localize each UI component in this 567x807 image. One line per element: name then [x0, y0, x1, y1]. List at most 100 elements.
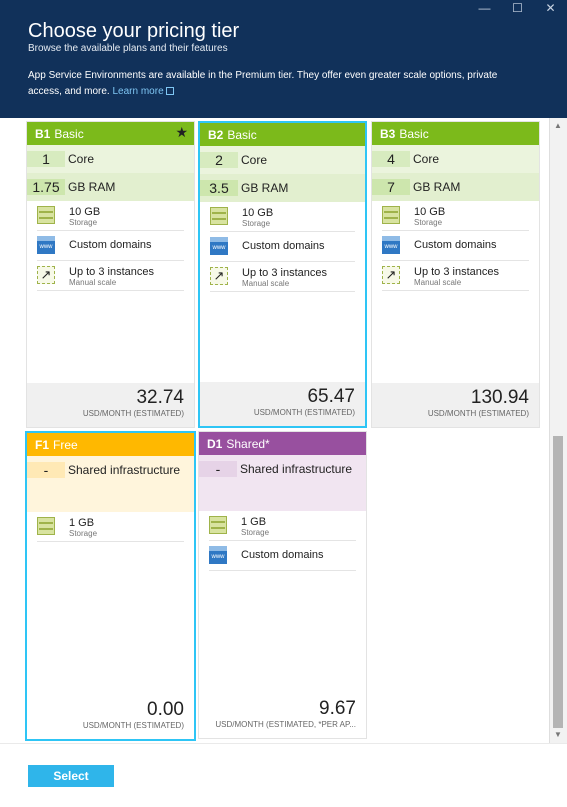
feature-storage: 10 GB Storage: [37, 201, 184, 231]
tier-card-b2[interactable]: B2 Basic 2 Core 3.5 GB RAM 10 GB Storage ww…: [198, 121, 367, 428]
close-icon[interactable]: ✕: [534, 0, 567, 16]
core-count: 1: [27, 151, 65, 167]
tier-card-b3[interactable]: B3 Basic 4 Core 7 GB RAM 10 GB Storage www C…: [371, 121, 540, 428]
price-value: 32.74: [136, 387, 184, 408]
tier-code: B1: [35, 126, 51, 141]
blade-header: — ☐ ✕ Choose your pricing tier Browse th…: [0, 0, 567, 118]
external-link-icon: [165, 87, 174, 95]
feature-sub: Manual scale: [414, 278, 462, 287]
feature-custom-domains: www Custom domains: [37, 231, 184, 261]
price-unit: USD/MONTH (ESTIMATED): [253, 408, 355, 417]
feature-storage: 1 GB Storage: [209, 511, 356, 541]
tier-name: Basic: [227, 127, 257, 142]
tier-card-header: F1 Free: [27, 433, 194, 456]
core-spec: 2 Core: [200, 146, 365, 174]
feature-instances: ↗ Up to 3 instances Manual scale: [210, 262, 355, 292]
storage-icon: [209, 516, 227, 534]
ram-amount: 1.75: [27, 179, 65, 195]
blade-footer: Select: [0, 743, 567, 807]
core-label: Core: [241, 153, 268, 167]
www-icon: www: [209, 546, 227, 564]
feature-title: 10 GB: [414, 206, 446, 218]
ram-spec: [27, 484, 194, 512]
feature-custom-domains: www Custom domains: [210, 232, 355, 262]
scale-icon: ↗: [210, 267, 228, 285]
scroll-down-icon[interactable]: ▼: [551, 729, 565, 741]
tier-name: Shared*: [226, 436, 270, 451]
maximize-icon[interactable]: ☐: [501, 0, 534, 16]
feature-instances: ↗ Up to 3 instances Manual scale: [37, 261, 184, 291]
tier-card-header: D1 Shared*: [199, 432, 366, 455]
core-label: Shared infrastructure: [240, 462, 353, 476]
page-title: Choose your pricing tier: [28, 20, 240, 42]
price-band: 0.00 USD/MONTH (ESTIMATED): [27, 695, 194, 739]
price-unit: USD/MONTH (ESTIMATED): [82, 721, 184, 730]
ase-info-text: App Service Environments are available i…: [28, 68, 528, 100]
price-band: 130.94 USD/MONTH (ESTIMATED): [372, 383, 539, 427]
ram-spec: [199, 483, 366, 511]
ram-amount: 3.5: [200, 180, 238, 196]
price-value: 0.00: [147, 699, 184, 720]
core-label: Core: [413, 152, 440, 166]
feature-sub: Manual scale: [69, 278, 117, 287]
recommended-star-icon: ★: [175, 124, 188, 140]
learn-more-label: Learn more: [112, 86, 164, 97]
scale-icon: ↗: [382, 266, 400, 284]
price-band: 32.74 USD/MONTH (ESTIMATED): [27, 383, 194, 427]
tier-card-f1[interactable]: F1 Free - Shared infrastructure 1 GB Stora…: [25, 431, 196, 741]
ase-info-body: App Service Environments are available i…: [28, 70, 498, 97]
price-value: 130.94: [470, 387, 529, 408]
tier-card-header: B2 Basic: [200, 123, 365, 146]
feature-sub: Storage: [69, 218, 98, 227]
core-label: Core: [68, 152, 95, 166]
core-spec: - Shared infrastructure: [27, 456, 194, 484]
price-value: 9.67: [319, 698, 356, 719]
www-icon: www: [210, 237, 228, 255]
price-unit: USD/MONTH (ESTIMATED): [427, 409, 529, 418]
feature-storage: 10 GB Storage: [210, 202, 355, 232]
core-spec: 4 Core: [372, 145, 539, 173]
feature-custom-domains: www Custom domains: [209, 541, 356, 571]
feature-title: Up to 3 instances: [414, 266, 499, 278]
ram-spec: 7 GB RAM: [372, 173, 539, 201]
feature-sub: Storage: [242, 219, 271, 228]
learn-more-link[interactable]: Learn more: [113, 86, 174, 97]
tier-card-b1[interactable]: B1 Basic ★ 1 Core 1.75 GB RAM 10 GB Storage…: [26, 121, 195, 428]
scrollbar-thumb[interactable]: [553, 436, 563, 728]
core-count: -: [27, 462, 65, 478]
price-band: 65.47 USD/MONTH (ESTIMATED): [200, 382, 365, 426]
storage-icon: [382, 206, 400, 224]
feature-sub: Storage: [241, 528, 270, 537]
price-unit: USD/MONTH (ESTIMATED): [82, 409, 184, 418]
feature-storage: 1 GB Storage: [37, 512, 184, 542]
tier-grid: B1 Basic ★ 1 Core 1.75 GB RAM 10 GB Storage…: [0, 118, 549, 743]
tier-code: D1: [207, 436, 223, 451]
feature-title: 10 GB: [242, 207, 274, 219]
tier-name: Basic: [399, 126, 429, 141]
ram-spec: 3.5 GB RAM: [200, 174, 365, 202]
core-spec: 1 Core: [27, 145, 194, 173]
core-count: -: [199, 461, 237, 477]
feature-sub: Storage: [414, 218, 443, 227]
storage-icon: [37, 206, 55, 224]
feature-title: Custom domains: [414, 239, 497, 251]
page-subtitle: Browse the available plans and their fea…: [28, 43, 228, 54]
price-unit: USD/MONTH (ESTIMATED, *PER AP...: [215, 720, 356, 729]
feature-title: Custom domains: [242, 240, 325, 252]
tier-card-d1[interactable]: D1 Shared* - Shared infrastructure 1 GB St…: [198, 431, 367, 739]
feature-title: Custom domains: [69, 239, 152, 251]
select-button[interactable]: Select: [28, 765, 114, 787]
feature-sub: Storage: [69, 529, 98, 538]
scroll-up-icon[interactable]: ▲: [551, 120, 565, 132]
feature-title: 1 GB: [69, 517, 95, 529]
ram-amount: 7: [372, 179, 410, 195]
storage-icon: [210, 207, 228, 225]
www-icon: www: [37, 236, 55, 254]
scale-icon: ↗: [37, 266, 55, 284]
tier-code: B2: [208, 127, 224, 142]
feature-storage: 10 GB Storage: [382, 201, 529, 231]
feature-sub: Manual scale: [242, 279, 290, 288]
feature-custom-domains: www Custom domains: [382, 231, 529, 261]
minimize-icon[interactable]: —: [468, 0, 501, 16]
core-count: 2: [200, 152, 238, 168]
